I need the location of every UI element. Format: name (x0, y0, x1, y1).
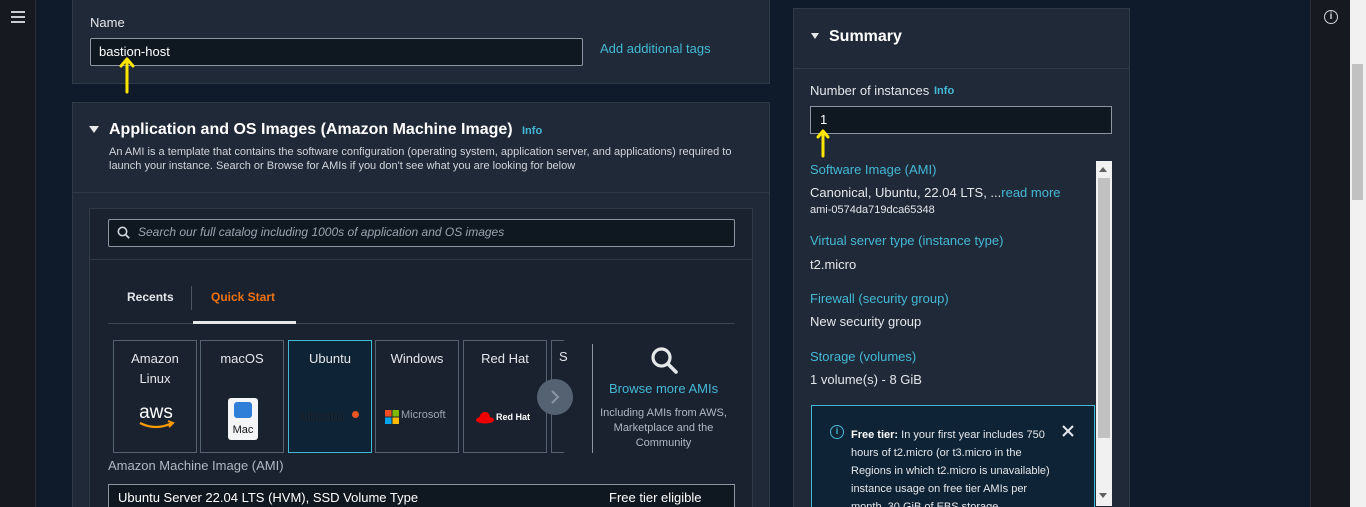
software-image-value: Canonical, Ubuntu, 22.04 LTS, ...read mo… (810, 185, 1061, 200)
os-card-label: Windows (390, 351, 444, 366)
collapse-caret-icon[interactable] (89, 126, 99, 133)
software-image-text: Canonical, Ubuntu, 22.04 LTS, ... (810, 185, 1002, 200)
divider (72, 192, 770, 193)
info-icon[interactable]: i (1324, 10, 1338, 24)
browse-more-amis-link[interactable]: Browse more AMIs (609, 381, 718, 396)
free-tier-badge: Free tier eligible (609, 490, 702, 505)
os-card-label: Red Hat (481, 351, 529, 366)
os-card-amazon-linux[interactable]: Amazon Linux aws (113, 340, 197, 453)
aws-logo-icon: aws (139, 403, 175, 429)
scroll-down-icon[interactable] (1099, 493, 1107, 498)
os-card-windows[interactable]: Windows Microsoft (375, 340, 459, 453)
aws-logo-text: aws (139, 403, 173, 423)
microsoft-logo-icon (385, 410, 399, 424)
right-rail (1310, 0, 1350, 507)
instance-type-value: t2.micro (810, 257, 857, 272)
instances-input[interactable]: 1 (810, 106, 1112, 134)
close-icon[interactable] (1060, 423, 1076, 439)
free-tier-text: Free tier: In your first year includes 7… (851, 426, 1051, 507)
ami-section-title: Application and OS Images (Amazon Machin… (109, 121, 513, 138)
name-label: Name (90, 15, 125, 30)
chevron-right-icon (551, 390, 560, 404)
divider (793, 68, 1130, 69)
read-more-link[interactable]: read more (1001, 185, 1060, 200)
annotation-arrow-icon (119, 57, 135, 94)
free-tier-title: Free tier: (851, 429, 899, 441)
ubuntu-logo-text: ubuntu (301, 408, 344, 424)
tab-recents[interactable]: Recents (127, 290, 174, 304)
firewall-value: New security group (810, 314, 922, 329)
os-card-label: Amazon Linux (131, 351, 179, 386)
storage-link[interactable]: Storage (volumes) (810, 349, 916, 364)
os-card-label: macOS (220, 351, 264, 366)
tab-quick-start[interactable]: Quick Start (211, 290, 275, 304)
browse-more-description: Including AMIs from AWS, Marketplace and… (600, 407, 727, 449)
ami-description: An AMI is a template that contains the s… (109, 146, 732, 172)
storage-value: 1 volume(s) - 8 GiB (810, 372, 922, 387)
magnify-icon (651, 347, 678, 374)
red-hat-logo-text: Red Hat (496, 412, 531, 422)
search-placeholder: Search our full catalog including 1000s … (138, 225, 505, 239)
summary-scrollbar-thumb[interactable] (1098, 178, 1110, 438)
info-icon: i (830, 425, 844, 439)
collapse-caret-icon[interactable] (811, 33, 819, 39)
active-tab-underline (193, 321, 296, 324)
divider (90, 259, 753, 260)
firewall-link[interactable]: Firewall (security group) (810, 291, 949, 306)
instances-label: Number of instances (810, 83, 930, 98)
name-input[interactable]: bastion-host (90, 38, 583, 66)
ubuntu-logo-icon (352, 411, 359, 418)
software-image-link[interactable]: Software Image (AMI) (810, 162, 936, 177)
ami-select-label: Amazon Machine Image (AMI) (108, 458, 284, 473)
mac-logo-text: Mac (232, 424, 254, 436)
page-scrollbar-thumb[interactable] (1352, 64, 1363, 200)
hamburger-menu-icon[interactable] (11, 11, 25, 23)
left-rail (0, 0, 36, 507)
ami-select-value: Ubuntu Server 22.04 LTS (HVM), SSD Volum… (118, 490, 419, 505)
os-card-partial-label: S (559, 349, 568, 364)
instance-type-link[interactable]: Virtual server type (instance type) (810, 233, 1003, 248)
search-icon (117, 226, 130, 239)
ami-id: ami-0574da719dca65348 (810, 204, 935, 216)
annotation-arrow-icon (816, 129, 830, 158)
mac-logo-icon: Mac (228, 398, 258, 440)
red-hat-logo-icon (476, 412, 494, 424)
os-card-ubuntu[interactable]: Ubuntu ubuntu (288, 340, 372, 453)
summary-title: Summary (829, 28, 902, 45)
add-tags-link[interactable]: Add additional tags (600, 41, 711, 56)
tab-divider (191, 286, 192, 310)
microsoft-logo-text: Microsoft (401, 409, 446, 421)
ami-info-link[interactable]: Info (522, 125, 542, 137)
os-card-label: Ubuntu (309, 351, 351, 366)
instances-info-link[interactable]: Info (934, 85, 954, 97)
divider (592, 344, 593, 453)
os-card-red-hat[interactable]: Red Hat Red Hat (463, 340, 547, 453)
scroll-up-icon[interactable] (1099, 167, 1107, 172)
os-card-macos[interactable]: macOS Mac (200, 340, 284, 453)
